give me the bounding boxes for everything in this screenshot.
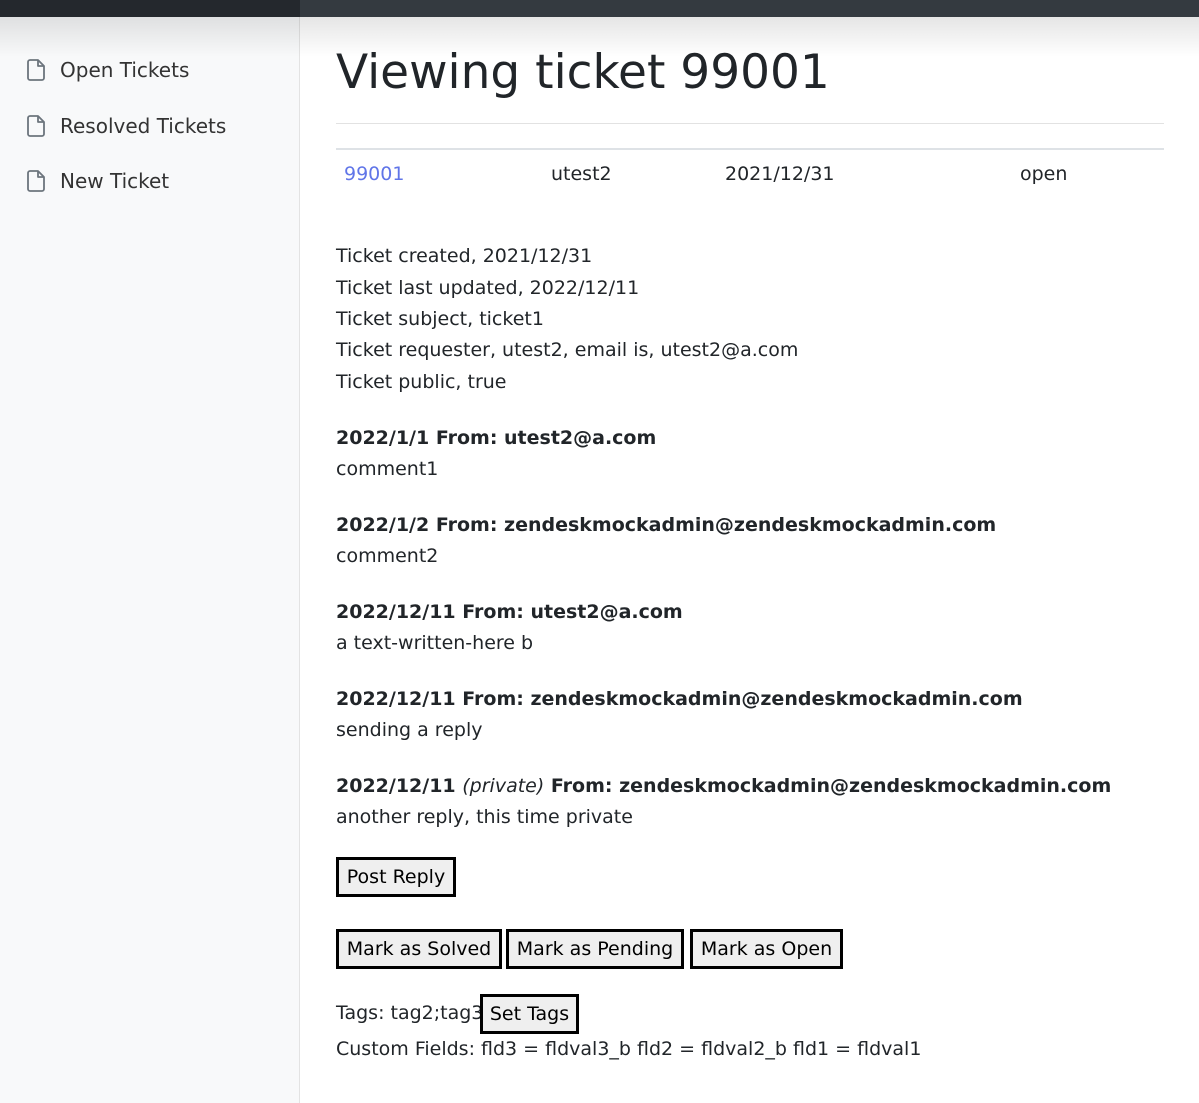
comment-date: 2022/12/11 <box>336 775 456 797</box>
mark-pending-button[interactable]: Mark as Pending <box>506 929 684 969</box>
comment-from: From: utest2@a.com <box>462 601 683 623</box>
mark-solved-button[interactable]: Mark as Solved <box>336 929 502 969</box>
comment-from: From: zendeskmockadmin@zendeskmockadmin.… <box>550 775 1112 797</box>
ticket-id-link[interactable]: 99001 <box>344 163 404 185</box>
comment-header: 2022/12/11 From: utest2@a.com <box>336 601 683 623</box>
comment-date: 2022/12/11 <box>336 688 456 710</box>
sidebar-item-label: Resolved Tickets <box>60 114 227 138</box>
sidebar-item-open-tickets[interactable]: Open Tickets <box>24 55 189 85</box>
comment-body: a text-written-here b <box>336 632 534 654</box>
tags-label: Tags: tag2;tag3 <box>336 1002 484 1024</box>
sidebar-item-new-ticket[interactable]: New Ticket <box>24 166 169 196</box>
custom-fields-label: Custom Fields: fld3 = fldval3_b fld2 = f… <box>336 1038 922 1060</box>
comment-body: another reply, this time private <box>336 806 633 828</box>
file-icon <box>27 59 45 81</box>
sidebar-item-label: Open Tickets <box>60 58 190 82</box>
ticket-public-info: Ticket public, true <box>336 371 507 393</box>
file-icon <box>27 115 45 137</box>
comment-date: 2022/1/1 <box>336 427 430 449</box>
ticket-requester-info: Ticket requester, utest2, email is, utes… <box>336 339 799 361</box>
sidebar-item-resolved-tickets[interactable]: Resolved Tickets <box>24 111 226 141</box>
top-navbar <box>0 0 1199 17</box>
navbar-brand-area <box>0 0 300 17</box>
ticket-requester-cell: utest2 <box>551 163 612 185</box>
comment-body: comment1 <box>336 458 439 480</box>
comment-from: From: zendeskmockadmin@zendeskmockadmin.… <box>435 514 997 536</box>
divider <box>336 123 1164 124</box>
comment-date: 2022/12/11 <box>336 601 456 623</box>
ticket-status-cell: open <box>1020 163 1068 185</box>
ticket-date-cell: 2021/12/31 <box>725 163 835 185</box>
comment-header: 2022/12/11 From: zendeskmockadmin@zendes… <box>336 688 1023 710</box>
set-tags-button[interactable]: Set Tags <box>480 994 579 1034</box>
private-flag: (private) <box>462 775 545 797</box>
comment-date: 2022/1/2 <box>336 514 430 536</box>
comment-from: From: zendeskmockadmin@zendeskmockadmin.… <box>462 688 1023 710</box>
comment-from: From: utest2@a.com <box>435 427 657 449</box>
table-top-border <box>336 148 1164 150</box>
comment-header: 2022/12/11 (private) From: zendeskmockad… <box>336 775 1111 797</box>
file-icon <box>27 170 45 192</box>
sidebar: Open Tickets Resolved Tickets New Ticket <box>0 17 300 1103</box>
post-reply-button[interactable]: Post Reply <box>336 857 456 897</box>
comment-body: sending a reply <box>336 719 483 741</box>
comment-header: 2022/1/1 From: utest2@a.com <box>336 427 656 449</box>
ticket-updated-info: Ticket last updated, 2022/12/11 <box>336 277 640 299</box>
comment-header: 2022/1/2 From: zendeskmockadmin@zendeskm… <box>336 514 996 536</box>
ticket-created-info: Ticket created, 2021/12/31 <box>336 245 593 267</box>
mark-open-button[interactable]: Mark as Open <box>690 929 843 969</box>
comment-body: comment2 <box>336 545 439 567</box>
page-title: Viewing ticket 99001 <box>336 45 830 100</box>
ticket-subject-info: Ticket subject, ticket1 <box>336 308 544 330</box>
sidebar-item-label: New Ticket <box>60 169 170 193</box>
